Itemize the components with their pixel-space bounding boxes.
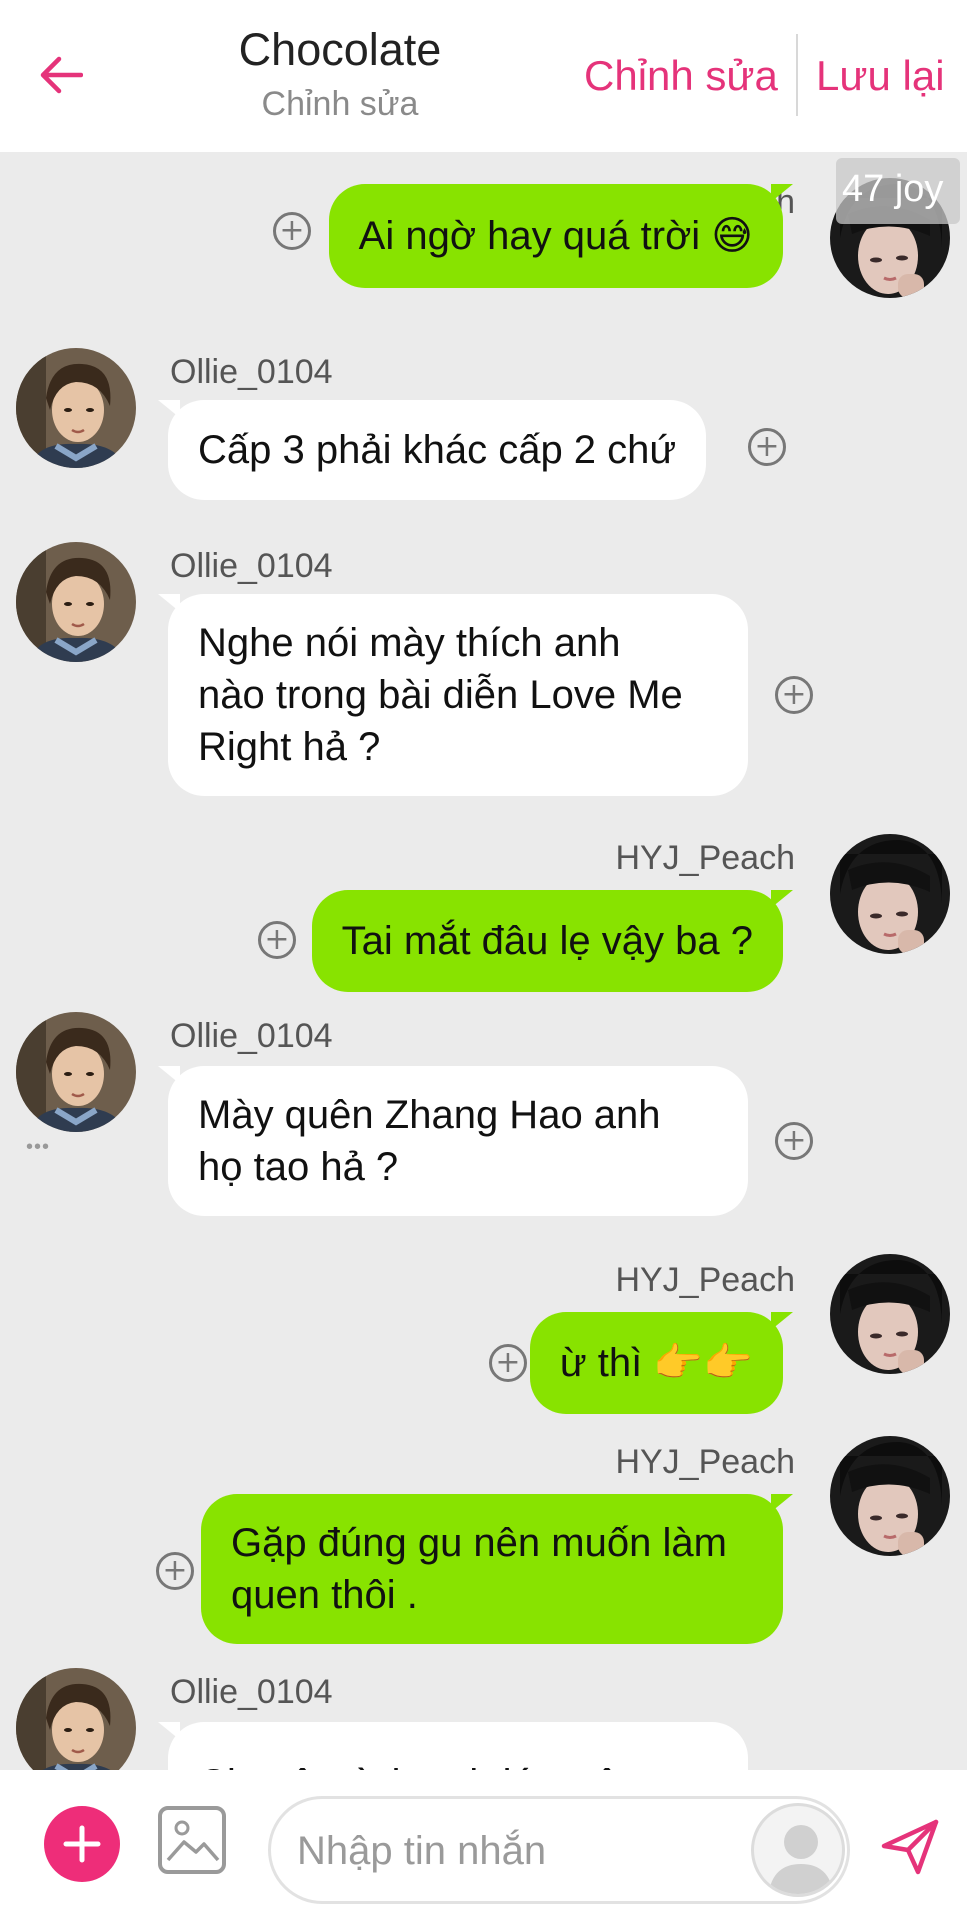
add-plus-button[interactable] xyxy=(44,1806,120,1882)
image-picker-icon[interactable] xyxy=(158,1806,226,1874)
add-reaction-icon[interactable]: + xyxy=(258,921,296,959)
message-row: HYJ_Peach Gặp đúng gu nên muốn làm quen … xyxy=(0,1428,967,1658)
avatar-ollie[interactable] xyxy=(16,542,136,662)
character-avatar-icon[interactable] xyxy=(751,1803,845,1897)
send-icon[interactable] xyxy=(878,1814,942,1878)
message-row: Ollie_0104 Chuyện tình anh lớp trên em xyxy=(0,1668,967,1770)
message-row: HYJ_Peach Tai mắt đâu lẹ vậy ba ? + xyxy=(0,828,967,992)
add-reaction-icon[interactable]: + xyxy=(156,1552,194,1590)
composer-bar xyxy=(0,1770,967,1920)
message-bubble-sent[interactable]: Gặp đúng gu nên muốn làm quen thôi . xyxy=(201,1494,793,1644)
avatar-hyj-peach[interactable] xyxy=(830,1254,950,1374)
message-row: HYJ_Peach Ai ngờ hay quá trời 😅 + xyxy=(0,152,967,312)
sender-name: Ollie_0104 xyxy=(170,353,333,391)
message-bubble-sent[interactable]: Ai ngờ hay quá trời 😅 xyxy=(328,184,794,288)
message-bubble-received[interactable]: Nghe nói mày thích anh nào trong bài diễ… xyxy=(158,594,748,796)
avatar-hyj-peach[interactable] xyxy=(830,834,950,954)
message-row: Ollie_0104 Cấp 3 phải khác cấp 2 chứ + xyxy=(0,348,967,500)
edit-button[interactable]: Chỉnh sửa xyxy=(584,50,778,102)
message-input[interactable] xyxy=(297,1819,727,1883)
sender-name: Ollie_0104 xyxy=(170,1017,333,1055)
title-block: Chocolate Chỉnh sửa xyxy=(180,22,500,126)
add-reaction-icon[interactable]: + xyxy=(775,1122,813,1160)
plus-icon xyxy=(63,1825,101,1863)
message-bubble-received[interactable]: Chuyện tình anh lớp trên em xyxy=(158,1722,748,1770)
more-dots-icon[interactable]: ••• xyxy=(26,1136,50,1159)
sender-name: HYJ_Peach xyxy=(615,1443,795,1481)
message-bubble-received[interactable]: Mày quên Zhang Hao anh họ tao hả ? xyxy=(158,1066,748,1216)
page-title: Chocolate xyxy=(238,24,442,75)
message-row: ••• Ollie_0104 Mày quên Zhang Hao anh họ… xyxy=(0,1012,967,1242)
header-divider xyxy=(796,34,798,116)
sender-name: HYJ_Peach xyxy=(615,1261,795,1299)
message-row: Ollie_0104 Nghe nói mày thích anh nào tr… xyxy=(0,542,967,812)
save-button[interactable]: Lưu lại xyxy=(816,50,945,102)
avatar-hyj-peach[interactable] xyxy=(830,1436,950,1556)
message-bubble-received[interactable]: Cấp 3 phải khác cấp 2 chứ xyxy=(157,400,707,500)
sender-name: HYJ_Peach xyxy=(615,839,795,877)
chat-messages[interactable]: HYJ_Peach Ai ngờ hay quá trời 😅 + Ollie_… xyxy=(0,152,967,1770)
avatar-ollie[interactable] xyxy=(16,1668,136,1770)
add-reaction-icon[interactable]: + xyxy=(489,1344,527,1382)
message-row: HYJ_Peach ừ thì 👉👉 + xyxy=(0,1246,967,1414)
add-reaction-icon[interactable]: + xyxy=(748,428,786,466)
message-bubble-sent[interactable]: Tai mắt đâu lẹ vậy ba ? xyxy=(311,890,794,992)
chat-header: Chocolate Chỉnh sửa Chỉnh sửa Lưu lại xyxy=(0,0,967,152)
back-arrow-icon[interactable] xyxy=(30,45,90,105)
message-input-container[interactable] xyxy=(268,1796,850,1904)
sender-name: Ollie_0104 xyxy=(170,547,333,585)
add-reaction-icon[interactable]: + xyxy=(273,212,311,250)
sender-name: Ollie_0104 xyxy=(170,1673,333,1711)
page-subtitle: Chỉnh sửa xyxy=(261,85,419,123)
avatar-ollie[interactable] xyxy=(16,1012,136,1132)
joy-counter-badge: 47 joy xyxy=(836,158,960,224)
add-reaction-icon[interactable]: + xyxy=(775,676,813,714)
message-bubble-sent[interactable]: ừ thì 👉👉 xyxy=(529,1312,794,1414)
avatar-ollie[interactable] xyxy=(16,348,136,468)
